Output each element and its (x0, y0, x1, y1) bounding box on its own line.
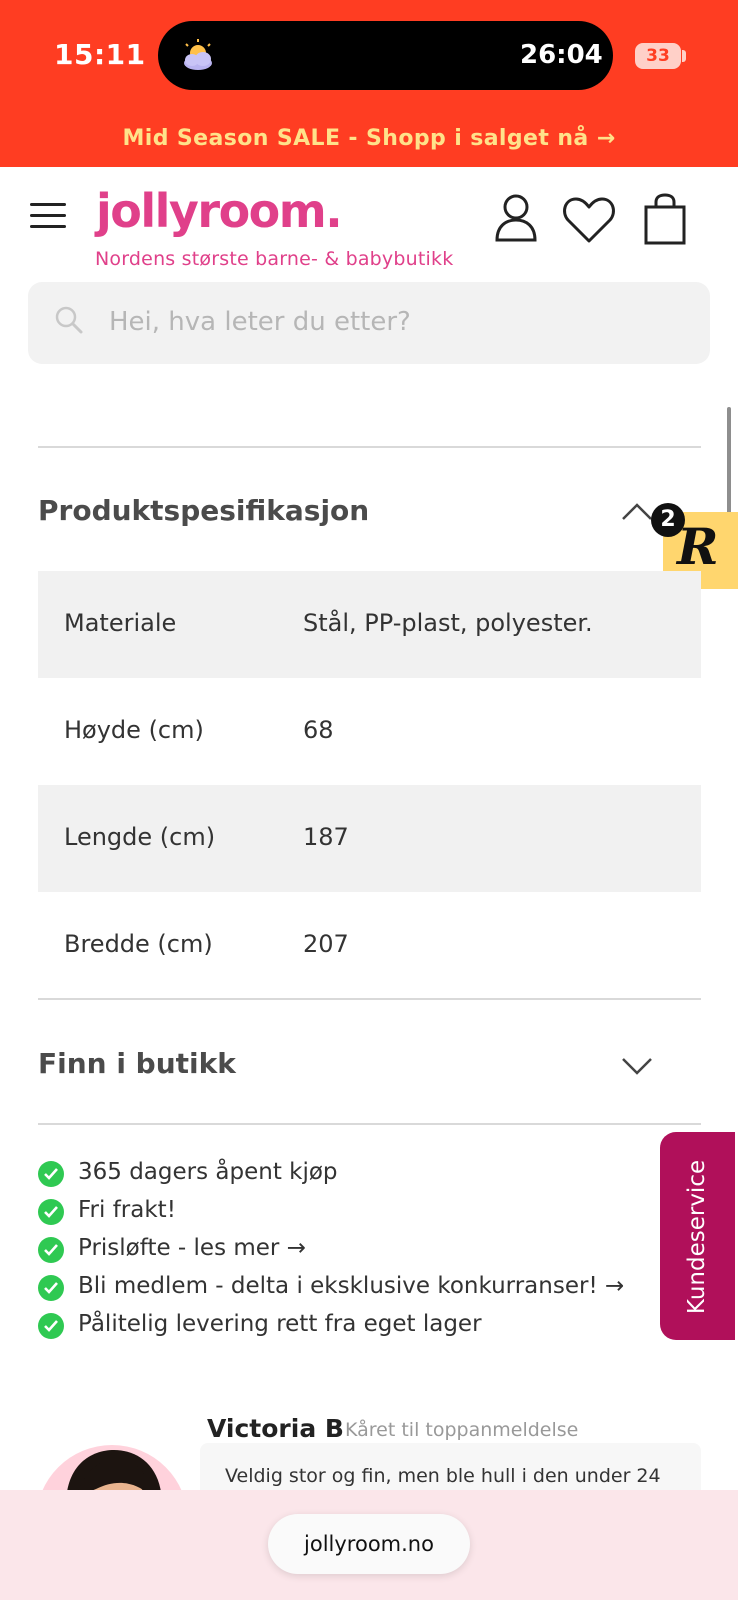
usp-text: Fri frakt! (78, 1197, 176, 1223)
url-bar[interactable]: jollyroom.no (268, 1514, 470, 1574)
spec-row: Lengde (cm) 187 (38, 785, 701, 892)
spec-label: Lengde (cm) (64, 823, 216, 851)
chevron-down-icon[interactable] (620, 1055, 654, 1081)
search-placeholder: Hei, hva leter du etter? (109, 307, 411, 337)
spec-label: Materiale (64, 609, 177, 637)
account-icon[interactable] (494, 193, 538, 247)
reviewer-name: Victoria B (207, 1414, 344, 1443)
store-section-title[interactable]: Finn i butikk (38, 1047, 236, 1080)
spec-value: 68 (303, 716, 334, 744)
chevron-up-icon[interactable] (620, 500, 654, 526)
usp-text: 365 dagers åpent kjøp (78, 1159, 338, 1185)
heart-icon[interactable] (562, 196, 616, 248)
weather-icon (178, 36, 218, 76)
divider (38, 1123, 701, 1125)
check-icon (38, 1275, 64, 1301)
usp-text[interactable]: Prisløfte - les mer → (78, 1235, 306, 1261)
check-icon (38, 1161, 64, 1187)
spec-section-title[interactable]: Produktspesifikasjon (38, 494, 369, 527)
status-time: 15:11 (54, 38, 146, 71)
promo-link[interactable]: Mid Season SALE - Shopp i salget nå → (0, 126, 738, 151)
divider (38, 446, 701, 448)
reviewer-tag: Kåret til toppanmeldelse (345, 1419, 579, 1441)
usp-text[interactable]: Bli medlem - delta i eksklusive konkurra… (78, 1273, 624, 1299)
cart-icon[interactable] (644, 193, 686, 249)
spec-label: Bredde (cm) (64, 930, 213, 958)
logo-tagline: Nordens største barne- & babybutikk (95, 248, 454, 270)
spec-value: Stål, PP-plast, polyester. (303, 609, 593, 637)
spec-value: 187 (303, 823, 349, 851)
spec-row: Materiale Stål, PP-plast, polyester. (38, 571, 701, 678)
search-icon (54, 305, 84, 339)
spec-label: Høyde (cm) (64, 716, 204, 744)
spec-value: 207 (303, 930, 349, 958)
battery-icon: 33 (635, 43, 681, 69)
divider (38, 998, 701, 1000)
customer-service-label[interactable]: Kundeservice (684, 1160, 710, 1314)
check-icon (38, 1313, 64, 1339)
spec-row: Høyde (cm) 68 (38, 678, 701, 785)
review-text: Veldig stor og fin, men ble hull i den u… (225, 1465, 661, 1487)
spec-row: Bredde (cm) 207 (38, 892, 701, 999)
menu-icon[interactable] (30, 203, 66, 229)
check-icon (38, 1199, 64, 1225)
usp-text: Pålitelig levering rett fra eget lager (78, 1311, 482, 1337)
reviews-count-badge: 2 (651, 503, 685, 537)
live-activity-timer: 26:04 (520, 40, 603, 70)
battery-tip (682, 50, 686, 62)
check-icon (38, 1237, 64, 1263)
jollyroom-logo[interactable]: jollyroom. (96, 184, 343, 238)
